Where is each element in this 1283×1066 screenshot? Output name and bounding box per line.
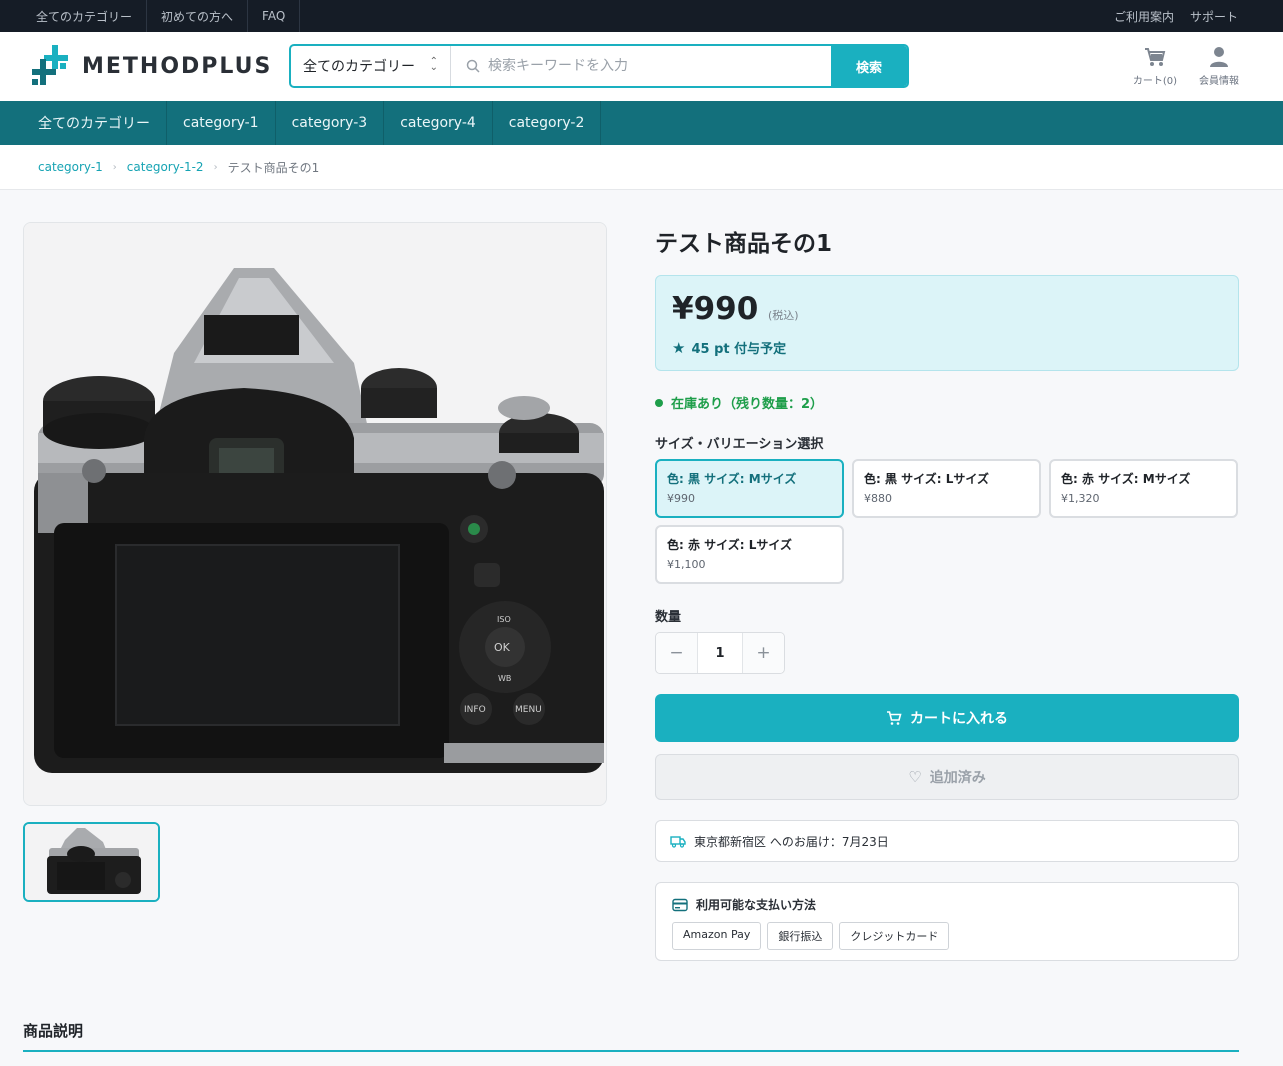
chevron-right-icon: › (112, 161, 117, 173)
price-box: ¥990 (税込) ★ 45 pt 付与予定 (655, 275, 1239, 371)
points-info: ★ 45 pt 付与予定 (672, 338, 787, 358)
variation-price: ¥1,100 (667, 558, 706, 571)
variation-name: 色: 黒 サイズ: Mサイズ (667, 472, 797, 486)
product-main-image[interactable]: OK ISO WB INFO MENU (23, 222, 607, 806)
description-title: 商品説明 (23, 1022, 84, 1040)
variation-name: 色: 黒 サイズ: Lサイズ (864, 472, 990, 486)
svg-text:OK: OK (494, 641, 511, 654)
member-label: 会員情報 (1199, 76, 1239, 87)
svg-text:ISO: ISO (497, 615, 511, 624)
topbar-link-guide[interactable]: ご利用案内 (1114, 8, 1174, 25)
member-link[interactable]: 会員情報 (1191, 46, 1247, 87)
stock-status: 在庫あり（残り数量：2） (655, 393, 823, 412)
points-text: 45 pt 付与予定 (691, 342, 787, 357)
quantity-label: 数量 (655, 610, 682, 625)
search-bar: 全てのカテゴリー ⌃ ⌄ 検索 (289, 44, 909, 88)
svg-text:MENU: MENU (515, 705, 542, 715)
variation-name: 色: 赤 サイズ: Mサイズ (1061, 472, 1191, 486)
category-nav: 全てのカテゴリー category-1 category-3 category-… (0, 101, 1283, 145)
logo-mark-icon (32, 45, 68, 85)
nav-item-all-categories[interactable]: 全てのカテゴリー (22, 101, 167, 145)
add-to-cart-button[interactable]: カートに入れる (655, 694, 1239, 742)
search-icon (466, 59, 480, 73)
payment-title: 利用可能な支払い方法 (696, 898, 817, 912)
delivery-info: 東京都新宿区 へのお届け：7月23日 (655, 820, 1239, 862)
payment-methods: 利用可能な支払い方法 Amazon Pay 銀行振込 クレジットカード (655, 882, 1239, 961)
variation-price: ¥990 (667, 492, 695, 505)
search-button[interactable]: 検索 (831, 46, 907, 86)
top-utility-bar: 全てのカテゴリー 初めての方へ FAQ ご利用案内 サポート (0, 0, 1283, 32)
topbar-link-faq[interactable]: FAQ (248, 0, 301, 32)
site-header: METHODPLUS 全てのカテゴリー ⌃⌄ 検索 カート(0) 会員 (0, 32, 1283, 101)
search-category-select[interactable]: 全てのカテゴリー ⌃ ⌄ (291, 46, 451, 86)
cart-link[interactable]: カート(0) (1127, 46, 1183, 87)
minus-icon: − (669, 643, 684, 663)
nav-item-category-3[interactable]: category-3 (276, 101, 385, 145)
logo-text: METHODPLUS (82, 53, 273, 79)
nav-item-category-4[interactable]: category-4 (384, 101, 493, 145)
plus-icon: + (756, 643, 771, 663)
stock-text: 在庫あり（残り数量：2） (671, 397, 824, 412)
breadcrumb: category-1 › category-1-2 › テスト商品その1 (0, 145, 1283, 190)
product-price: ¥990 (672, 291, 759, 327)
product-thumbnail[interactable] (23, 822, 160, 902)
topbar-link-support[interactable]: サポート (1190, 8, 1238, 25)
chevron-right-icon: › (213, 161, 218, 173)
cart-label: カート(0) (1132, 76, 1178, 87)
breadcrumb-link-category-1-2[interactable]: category-1-2 (127, 160, 204, 174)
variation-price: ¥880 (864, 492, 892, 505)
wishlist-button[interactable]: ♡ 追加済み (655, 754, 1239, 800)
variation-option-red-l[interactable]: 色: 赤 サイズ: Lサイズ ¥1,100 (655, 525, 844, 584)
camera-thumbnail-image (25, 824, 158, 900)
variation-heading: サイズ・バリエーション選択 (655, 437, 824, 452)
quantity-increase-button[interactable]: + (742, 633, 784, 673)
payment-tag-amazon-pay: Amazon Pay (672, 922, 762, 950)
variation-name: 色: 赤 サイズ: Lサイズ (667, 538, 793, 552)
credit-card-icon (672, 898, 688, 911)
site-logo[interactable]: METHODPLUS (30, 45, 272, 87)
quantity-value[interactable]: 1 (698, 633, 742, 673)
stock-dot-icon (655, 398, 663, 407)
cart-icon (1145, 48, 1166, 66)
user-icon (1210, 47, 1228, 67)
payment-tag-credit-card: クレジットカード (839, 922, 950, 950)
search-input[interactable] (488, 58, 818, 74)
payment-tag-bank-transfer: 銀行振込 (767, 922, 834, 950)
variation-option-black-m[interactable]: 色: 黒 サイズ: Mサイズ ¥990 (655, 459, 844, 518)
wishlist-label: 追加済み (929, 770, 986, 786)
cart-icon (887, 711, 902, 725)
delivery-text: 東京都新宿区 へのお届け：7月23日 (694, 834, 889, 849)
quantity-stepper: − 1 + (655, 632, 785, 674)
breadcrumb-current: テスト商品その1 (227, 160, 320, 175)
breadcrumb-link-category-1[interactable]: category-1 (38, 160, 103, 174)
camera-image: OK ISO WB INFO MENU (24, 223, 606, 805)
add-to-cart-label: カートに入れる (910, 711, 1008, 727)
variation-option-black-l[interactable]: 色: 黒 サイズ: Lサイズ ¥880 (852, 459, 1041, 518)
variation-option-red-m[interactable]: 色: 赤 サイズ: Mサイズ ¥1,320 (1049, 459, 1238, 518)
svg-text:WB: WB (498, 674, 511, 683)
quantity-decrease-button[interactable]: − (656, 633, 698, 673)
truck-icon (670, 836, 686, 848)
chevron-updown-icon: ⌃ ⌄ (429, 56, 438, 73)
nav-item-category-1[interactable]: category-1 (167, 101, 276, 145)
heart-icon: ♡ (908, 768, 922, 786)
topbar-link-first-time[interactable]: 初めての方へ (147, 0, 249, 32)
tax-note: (税込) (768, 309, 799, 322)
description-underline (23, 1050, 1239, 1052)
star-icon: ★ (672, 338, 686, 357)
svg-text:INFO: INFO (464, 705, 486, 715)
nav-item-category-2[interactable]: category-2 (493, 101, 602, 145)
product-title: テスト商品その1 (655, 231, 833, 257)
topbar-link-all-categories[interactable]: 全てのカテゴリー (22, 0, 148, 32)
variation-price: ¥1,320 (1061, 492, 1100, 505)
search-category-value: 全てのカテゴリー (303, 59, 415, 75)
